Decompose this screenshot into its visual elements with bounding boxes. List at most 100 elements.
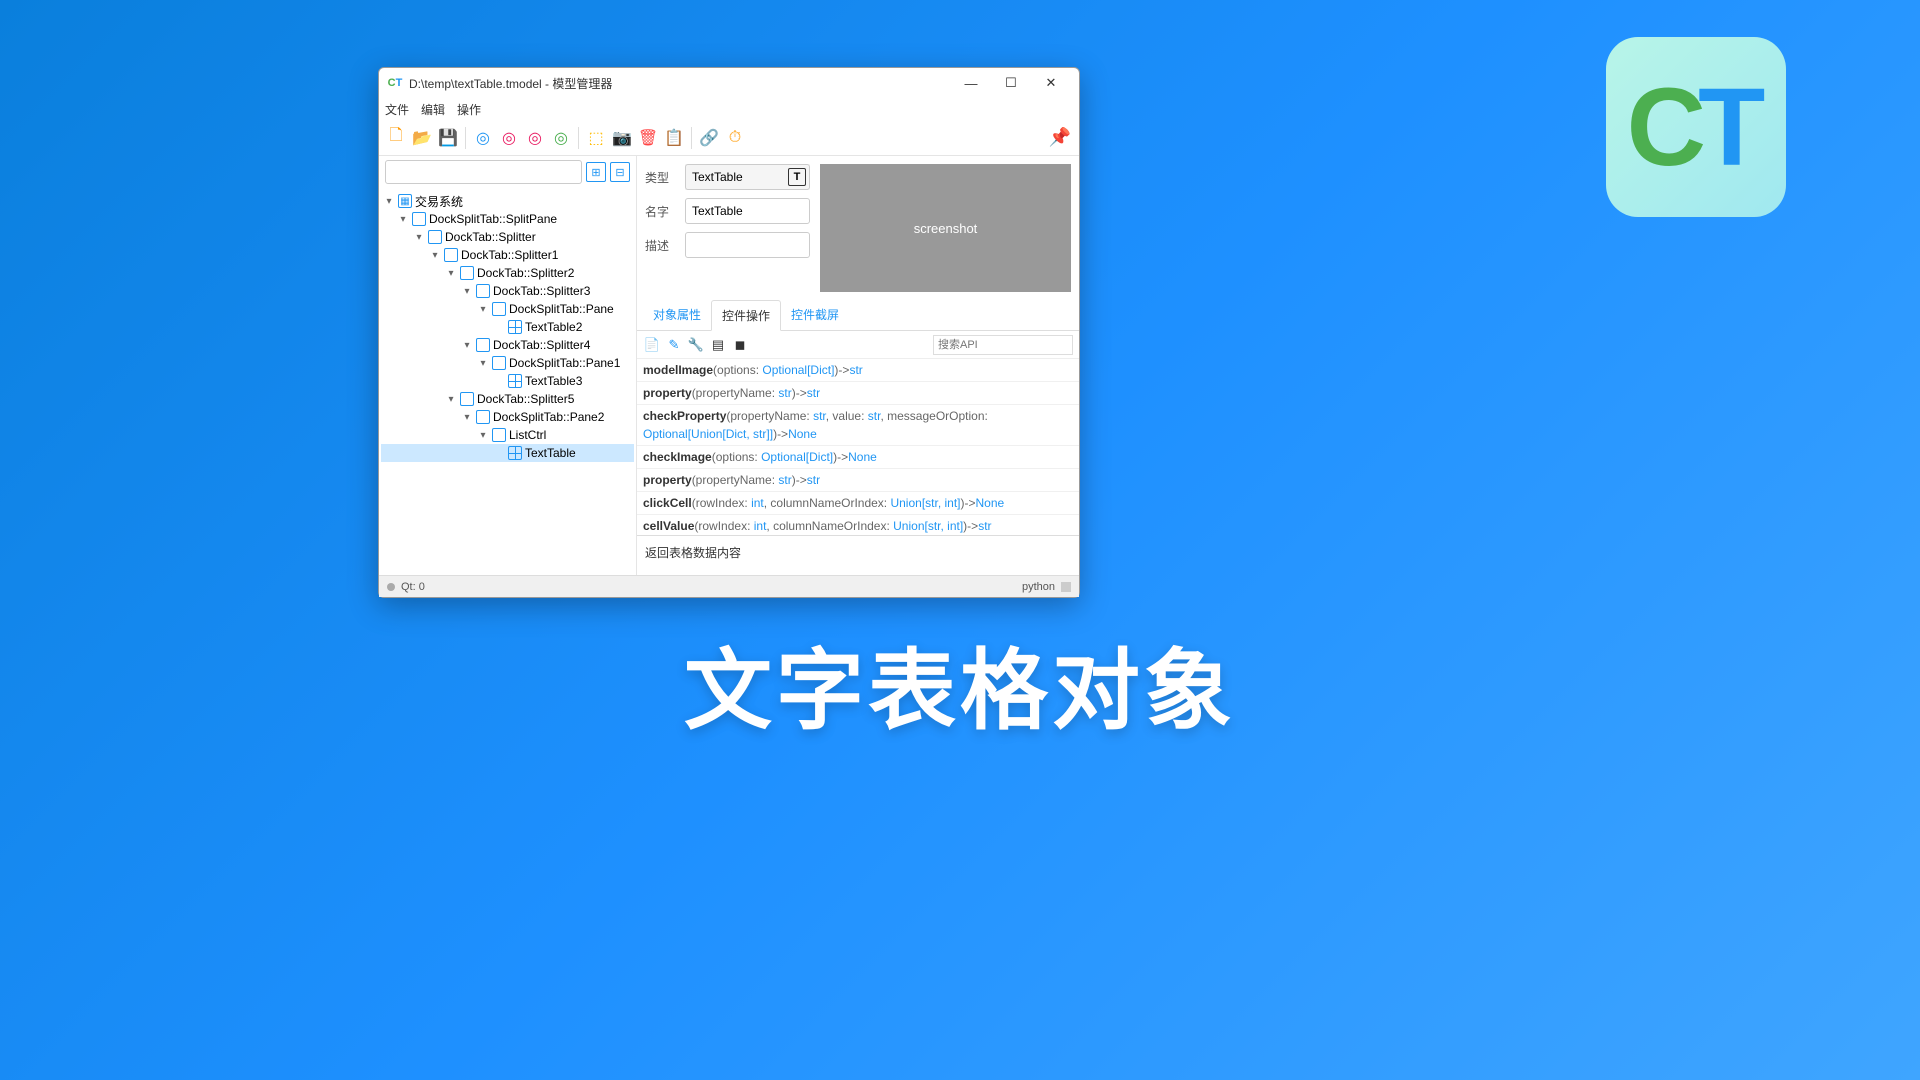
- logo-t-icon: T: [1698, 64, 1765, 191]
- tree-node-root[interactable]: ▾▦交易系统: [381, 192, 634, 210]
- api-list[interactable]: modelImage(options: Optional[Dict])->str…: [637, 359, 1079, 535]
- titlebar: CT D:\temp\textTable.tmodel - 模型管理器 — ☐ …: [379, 68, 1079, 98]
- api-list-icon[interactable]: ▤: [709, 336, 727, 354]
- api-toolbar: 📄 ✎ 🔧 ▤ ◼: [637, 331, 1079, 359]
- api-edit-icon[interactable]: ✎: [665, 336, 683, 354]
- object-tree[interactable]: ▾▦交易系统 ▾DockSplitTab::SplitPane ▾DockTab…: [379, 188, 636, 575]
- tree-label: DockSplitTab::Pane2: [493, 410, 604, 424]
- api-row[interactable]: checkProperty(propertyName: str, value: …: [637, 405, 1079, 446]
- api-row[interactable]: modelImage(options: Optional[Dict])->str: [637, 359, 1079, 382]
- api-row[interactable]: property(propertyName: str)->str: [637, 382, 1079, 405]
- pin-icon[interactable]: 📌: [1049, 127, 1071, 148]
- name-field[interactable]: [685, 198, 810, 224]
- app-window: CT D:\temp\textTable.tmodel - 模型管理器 — ☐ …: [378, 67, 1080, 598]
- app-icon: CT: [387, 75, 403, 91]
- link-icon[interactable]: 🔗: [698, 127, 720, 149]
- type-icon: T: [788, 168, 806, 186]
- tree-label: 交易系统: [415, 193, 463, 210]
- status-qt: Qt: 0: [401, 581, 425, 593]
- api-row[interactable]: clickCell(rowIndex: int, columnNameOrInd…: [637, 492, 1079, 515]
- fn: checkProperty: [643, 409, 726, 423]
- tree-node[interactable]: ▾DockTab::Splitter: [381, 228, 634, 246]
- tree-label: DockTab::Splitter2: [477, 266, 574, 280]
- tab-object-props[interactable]: 对象属性: [643, 300, 711, 330]
- tree-node[interactable]: ▾ListCtrl: [381, 426, 634, 444]
- tree-label: DockTab::Splitter4: [493, 338, 590, 352]
- tree-node[interactable]: ▾DockSplitTab::SplitPane: [381, 210, 634, 228]
- menubar: 文件 编辑 操作: [379, 98, 1079, 120]
- fn: property: [643, 386, 692, 400]
- target-red-icon[interactable]: ◎: [498, 127, 520, 149]
- tree-node[interactable]: ▾DockTab::Splitter5: [381, 390, 634, 408]
- camera-icon[interactable]: 📷: [611, 127, 633, 149]
- clipboard-icon[interactable]: 📋: [663, 127, 685, 149]
- brand-logo: CT: [1606, 37, 1786, 217]
- tree-search-input[interactable]: [385, 160, 582, 184]
- detail-tabs: 对象属性 控件操作 控件截屏: [637, 300, 1079, 331]
- tree-label: TextTable: [525, 446, 576, 460]
- api-copy-icon[interactable]: 📄: [643, 336, 661, 354]
- tree-search-row: ⊞ ⊟: [379, 156, 636, 188]
- tree-node-selected[interactable]: TextTable: [381, 444, 634, 462]
- tree-node[interactable]: ▾DockTab::Splitter1: [381, 246, 634, 264]
- tab-control-ops[interactable]: 控件操作: [711, 300, 781, 331]
- api-wrench-icon[interactable]: 🔧: [687, 336, 705, 354]
- fn: property: [643, 473, 692, 487]
- tree-node[interactable]: ▾DockTab::Splitter3: [381, 282, 634, 300]
- target-red2-icon[interactable]: ◎: [524, 127, 546, 149]
- save-icon[interactable]: 💾: [437, 127, 459, 149]
- screenshot-label: screenshot: [914, 221, 978, 236]
- api-description: 返回表格数据内容: [637, 535, 1079, 575]
- tab-control-screenshot[interactable]: 控件截屏: [781, 300, 849, 330]
- tree-label: DockSplitTab::Pane: [509, 302, 614, 316]
- api-row[interactable]: property(propertyName: str)->str: [637, 469, 1079, 492]
- name-label: 名字: [645, 203, 675, 220]
- prop-desc-row: 描述: [645, 232, 810, 258]
- tree-label: DockTab::Splitter3: [493, 284, 590, 298]
- status-square-icon: [1061, 582, 1071, 592]
- logo-c-icon: C: [1627, 64, 1698, 191]
- timer-icon[interactable]: ⏱: [724, 127, 746, 149]
- target-green-icon[interactable]: ◎: [550, 127, 572, 149]
- left-panel: ⊞ ⊟ ▾▦交易系统 ▾DockSplitTab::SplitPane ▾Doc…: [379, 156, 637, 575]
- api-stop-icon[interactable]: ◼: [731, 336, 749, 354]
- api-search-input[interactable]: [933, 335, 1073, 355]
- api-row[interactable]: cellValue(rowIndex: int, columnNameOrInd…: [637, 515, 1079, 535]
- menu-edit[interactable]: 编辑: [421, 101, 445, 118]
- properties-fields: 类型 T 名字 描述: [645, 164, 810, 292]
- tree-node[interactable]: TextTable3: [381, 372, 634, 390]
- new-file-icon[interactable]: 🗋: [385, 127, 407, 149]
- tree-label: DockTab::Splitter1: [461, 248, 558, 262]
- expand-tree-button[interactable]: ⊞: [586, 162, 606, 182]
- close-button[interactable]: ✕: [1031, 69, 1071, 97]
- open-folder-icon[interactable]: 📂: [411, 127, 433, 149]
- separator: [578, 127, 579, 149]
- minimize-button[interactable]: —: [951, 69, 991, 97]
- tree-node[interactable]: ▾DockTab::Splitter4: [381, 336, 634, 354]
- tree-node[interactable]: ▾DockSplitTab::Pane2: [381, 408, 634, 426]
- tree-node[interactable]: TextTable2: [381, 318, 634, 336]
- target-blue-icon[interactable]: ◎: [472, 127, 494, 149]
- collapse-tree-button[interactable]: ⊟: [610, 162, 630, 182]
- desc-field[interactable]: [685, 232, 810, 258]
- fn: clickCell: [643, 496, 692, 510]
- type-label: 类型: [645, 169, 675, 186]
- screenshot-preview: screenshot: [820, 164, 1071, 292]
- separator: [691, 127, 692, 149]
- menu-operate[interactable]: 操作: [457, 101, 481, 118]
- toolbar: 🗋 📂 💾 ◎ ◎ ◎ ◎ ⬚ 📷 🗑 📋 🔗 ⏱ 📌: [379, 120, 1079, 156]
- tree-node[interactable]: ▾DockSplitTab::Pane1: [381, 354, 634, 372]
- api-row[interactable]: checkImage(options: Optional[Dict])->Non…: [637, 446, 1079, 469]
- status-dot-icon: [387, 583, 395, 591]
- fn: cellValue: [643, 519, 694, 533]
- window-title: D:\temp\textTable.tmodel - 模型管理器: [409, 75, 951, 92]
- maximize-button[interactable]: ☐: [991, 69, 1031, 97]
- highlight-icon[interactable]: ⬚: [585, 127, 607, 149]
- tree-label: TextTable2: [525, 320, 582, 334]
- fn: modelImage: [643, 363, 713, 377]
- tree-node[interactable]: ▾DockSplitTab::Pane: [381, 300, 634, 318]
- statusbar: Qt: 0 python: [379, 575, 1079, 597]
- delete-icon[interactable]: 🗑: [637, 127, 659, 149]
- tree-node[interactable]: ▾DockTab::Splitter2: [381, 264, 634, 282]
- menu-file[interactable]: 文件: [385, 101, 409, 118]
